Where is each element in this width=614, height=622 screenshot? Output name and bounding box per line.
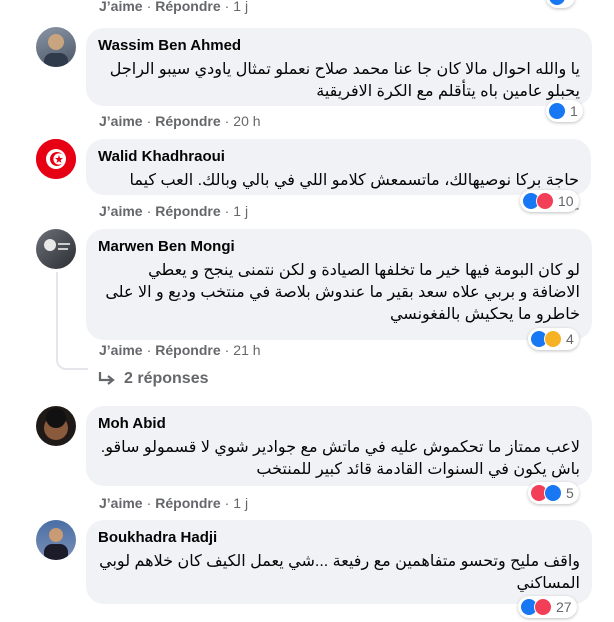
comment-author[interactable]: Marwen Ben Mongi — [98, 237, 580, 256]
comment-actions: J’aime · Répondre · 1 j — [99, 0, 248, 14]
comment-actions: J’aime · Répondre · 1 j — [99, 495, 248, 511]
comment-actions: J’aime · Répondre · 21 h — [99, 342, 261, 358]
reply-link[interactable]: Répondre — [155, 113, 220, 129]
comment-author[interactable]: Walid Khadhraoui — [98, 147, 579, 166]
reaction-count: 10 — [558, 193, 574, 209]
comment-text: لاعب ممتاز ما تحكموش عليه في ماتش مع جوا… — [100, 439, 580, 478]
comment-author[interactable]: Boukhadra Hadji — [98, 528, 580, 547]
reaction-summary[interactable] — [546, 0, 575, 8]
separator: · — [146, 203, 152, 219]
reaction-summary[interactable]: 27 — [518, 596, 577, 618]
timestamp[interactable]: 20 h — [233, 113, 260, 129]
separator: · — [224, 113, 230, 129]
like-link[interactable]: J’aime — [99, 203, 143, 219]
like-reaction-icon — [548, 0, 566, 6]
separator: · — [146, 495, 152, 511]
reply-link[interactable]: Répondre — [155, 342, 220, 358]
comment-bubble: Boukhadra Hadji واقف مليح وتحسو متفاهمين… — [86, 520, 592, 604]
like-link[interactable]: J’aime — [99, 342, 143, 358]
comment-text: واقف مليح وتحسو متفاهمين مع رفيعة ...شي … — [99, 553, 580, 592]
timestamp[interactable]: 21 h — [233, 342, 260, 358]
comment-bubble: Moh Abid لاعب ممتاز ما تحكموش عليه في ما… — [86, 406, 592, 486]
like-link[interactable]: J’aime — [99, 113, 143, 129]
love-reaction-icon — [536, 192, 554, 210]
separator: · — [146, 342, 152, 358]
reaction-summary[interactable]: 1 — [546, 100, 583, 122]
timestamp[interactable]: 1 j — [233, 0, 248, 14]
comment-bubble: Wassim Ben Ahmed يا والله احوال مالا كان… — [86, 28, 592, 106]
comment-text: يا والله احوال مالا كان جا عنا محمد صلاح… — [109, 61, 580, 100]
reply-link[interactable]: Répondre — [155, 203, 220, 219]
like-reaction-icon — [548, 102, 566, 120]
comment-actions: J’aime · Répondre · 20 h — [99, 113, 261, 129]
separator: · — [146, 0, 152, 14]
like-reaction-icon — [544, 484, 562, 502]
separator: · — [224, 0, 230, 14]
comment-actions: J’aime · Répondre · 1 j — [99, 203, 248, 219]
replies-count: 2 réponses — [124, 370, 209, 387]
reaction-summary[interactable]: 4 — [528, 328, 579, 350]
like-link[interactable]: J’aime — [99, 0, 143, 14]
view-replies-link[interactable]: 2 réponses — [98, 370, 208, 388]
reaction-count: 1 — [570, 103, 578, 119]
avatar[interactable] — [36, 139, 76, 179]
separator: · — [224, 495, 230, 511]
comment-bubble: Walid Khadhraoui حاجة بركا نوصيهالك، مات… — [86, 139, 591, 211]
avatar[interactable] — [36, 406, 76, 446]
avatar[interactable] — [36, 520, 76, 560]
thread-connector — [56, 272, 88, 370]
comment-author[interactable]: Wassim Ben Ahmed — [98, 36, 580, 55]
separator: · — [224, 203, 230, 219]
love-reaction-icon — [534, 598, 552, 616]
reaction-count: 27 — [556, 599, 572, 615]
comment-text: لو كان البومة فيها خير ما تخلفها الصيادة… — [105, 262, 580, 323]
reaction-summary[interactable]: 10 — [520, 190, 579, 212]
comment-bubble: Marwen Ben Mongi لو كان البومة فيها خير … — [86, 229, 592, 340]
reaction-count: 5 — [566, 485, 574, 501]
tunisia-flag-icon — [36, 139, 76, 179]
reply-link[interactable]: Répondre — [155, 0, 220, 14]
reply-link[interactable]: Répondre — [155, 495, 220, 511]
reaction-summary[interactable]: 5 — [528, 482, 579, 504]
timestamp[interactable]: 1 j — [233, 495, 248, 511]
comment-author[interactable]: Moh Abid — [98, 414, 580, 433]
like-link[interactable]: J’aime — [99, 495, 143, 511]
reaction-count: 4 — [566, 331, 574, 347]
reply-arrow-icon — [98, 372, 115, 385]
separator: · — [224, 342, 230, 358]
haha-reaction-icon — [544, 330, 562, 348]
timestamp[interactable]: 1 j — [233, 203, 248, 219]
separator: · — [146, 113, 152, 129]
avatar[interactable] — [36, 27, 76, 67]
avatar[interactable] — [36, 229, 76, 269]
